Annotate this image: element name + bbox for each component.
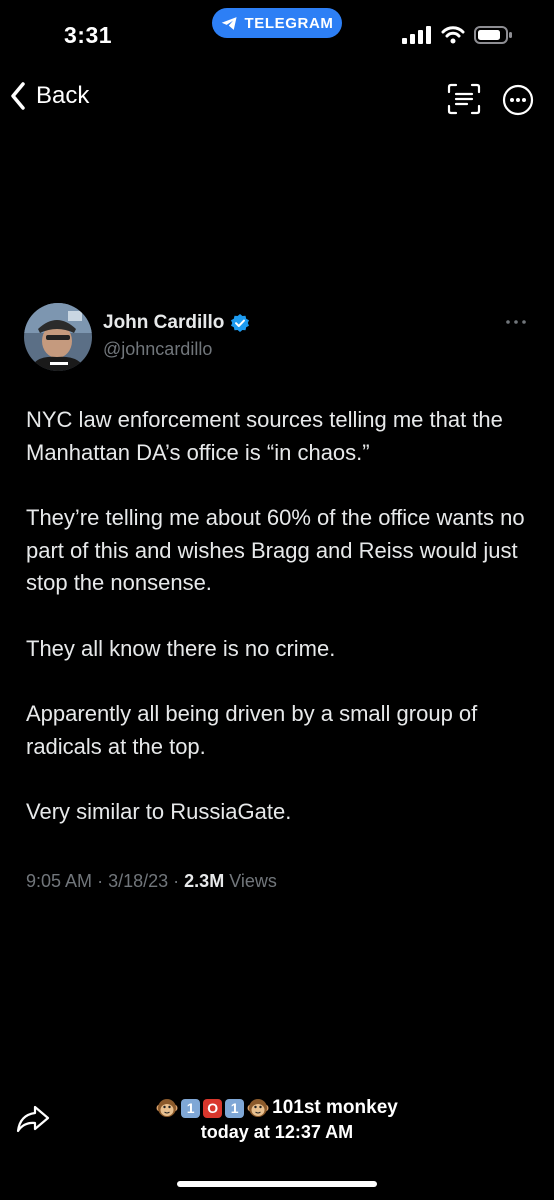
wifi-icon: [441, 26, 465, 44]
tweet-date: 3/18/23: [108, 871, 169, 891]
telegram-plane-icon: [221, 16, 237, 30]
text-scan-icon: [447, 83, 481, 115]
keycap-one: 1: [225, 1098, 245, 1118]
tweet-text: NYC law enforcement sources telling me t…: [26, 404, 526, 862]
tweet-paragraph: They’re telling me about 60% of the offi…: [26, 505, 525, 595]
author-avatar[interactable]: [24, 303, 92, 371]
status-time: 3:31: [64, 22, 113, 48]
sender-line: 1 O 1 101st monkey: [0, 1097, 554, 1119]
meta-separator: ·: [97, 871, 104, 891]
chevron-left-icon: [11, 82, 25, 110]
views-label[interactable]: Views: [229, 871, 277, 891]
sender-name: 101st monkey: [272, 1097, 398, 1118]
author-name-text: John Cardillo: [103, 312, 225, 333]
status-icons: [402, 25, 514, 45]
monkey-face-icon: [247, 1099, 269, 1117]
cellular-signal-icon: [402, 26, 431, 44]
message-caption: 1 O 1 101st monkey today at 12:37 AM: [0, 1097, 554, 1143]
back-label: Back: [36, 82, 90, 109]
avatar-photo: [24, 303, 92, 371]
views-count: 2.3M: [184, 871, 225, 891]
keycap-o: O: [203, 1098, 223, 1118]
monkey-face-icon: [156, 1099, 178, 1117]
ellipsis-circle-icon: [502, 84, 534, 116]
more-options-button[interactable]: [502, 84, 534, 116]
keycap-one: 1: [181, 1098, 201, 1118]
telegram-label: TELEGRAM: [244, 14, 334, 32]
telegram-return-pill[interactable]: TELEGRAM: [212, 8, 342, 38]
tweet-paragraph: They all know there is no crime.: [26, 635, 336, 661]
tweet-paragraph: Apparently all being driven by a small g…: [26, 701, 478, 759]
horizontal-ellipsis-icon: [506, 320, 526, 324]
tweet-paragraph: NYC law enforcement sources telling me t…: [26, 407, 503, 465]
author-name[interactable]: John Cardillo: [103, 312, 250, 334]
reader-mode-button[interactable]: [446, 82, 482, 116]
tweet-more-options[interactable]: [505, 312, 527, 330]
back-button[interactable]: Back: [10, 82, 89, 110]
tweet-time: 9:05 AM: [26, 871, 93, 891]
author-handle[interactable]: @johncardillo: [103, 339, 212, 360]
home-indicator[interactable]: [177, 1181, 377, 1187]
battery-icon: [474, 26, 512, 44]
verified-badge-icon: [231, 314, 250, 332]
tweet-paragraph: Very similar to RussiaGate.: [26, 799, 292, 824]
message-timestamp: today at 12:37 AM: [200, 1122, 354, 1142]
tweet-meta: 9:05 AM · 3/18/23 · 2.3M Views: [26, 871, 277, 892]
meta-separator: ·: [173, 871, 180, 891]
